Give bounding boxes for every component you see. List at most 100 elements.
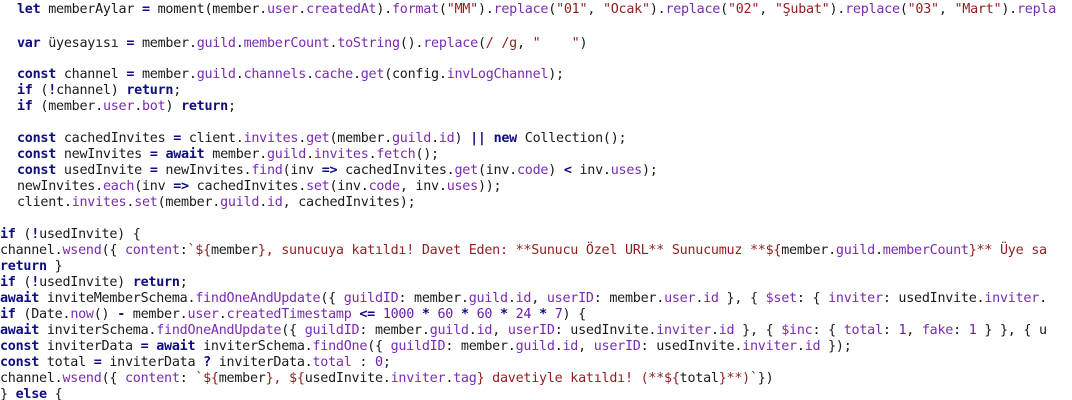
code-token: .: [259, 195, 267, 210]
code-token: ,: [531, 291, 547, 306]
code-token: inviteMemberSchema.: [39, 291, 196, 306]
code-token: repla: [1017, 2, 1057, 17]
code-token: get: [306, 131, 330, 146]
code-token: total: [312, 355, 352, 370]
code-token: ().: [399, 36, 424, 51]
code-token: 60: [476, 307, 493, 322]
code-token: uses: [446, 179, 479, 194]
code-token: fetch: [376, 147, 416, 162]
code-token: cache: [313, 67, 353, 82]
code-token: const: [0, 355, 40, 370]
code-token: ): [454, 131, 471, 146]
code-token: bot: [142, 99, 166, 114]
code-token: : usedInvite.: [554, 323, 657, 338]
code-token: inviterData: [101, 355, 204, 370]
code-line: channel.wsend({ content:`${member}, sunu…: [0, 243, 1047, 259]
code-token: code: [368, 179, 401, 194]
code-token: newInvites.: [157, 163, 252, 178]
code-token: if: [0, 275, 16, 290]
code-token: return: [181, 99, 228, 114]
code-token: ).: [829, 2, 846, 17]
code-token: new: [493, 131, 518, 146]
code-token: user: [187, 307, 220, 322]
code-token: }: [0, 387, 16, 400]
code-token: ({: [320, 291, 344, 306]
code-line: return }: [0, 259, 63, 275]
code-token: get: [454, 163, 479, 178]
code-token: inv.: [571, 163, 611, 178]
code-token: 0: [375, 355, 383, 370]
code-token: guildID: [343, 291, 399, 306]
code-token: } }, { u: [976, 323, 1047, 338]
code-token: `${: [187, 243, 212, 258]
code-token: inviterData.: [210, 355, 313, 370]
code-token: guild: [468, 291, 508, 306]
code-token: ): [165, 99, 182, 114]
code-token: .: [431, 131, 439, 146]
code-token: (: [899, 2, 908, 17]
code-token: inviter: [390, 371, 446, 386]
code-token: ): [579, 36, 588, 51]
code-token: guildID: [304, 323, 360, 338]
code-token: :: [953, 323, 969, 338]
code-token: findOneAndUpdate: [195, 291, 321, 306]
code-token: total: [39, 355, 94, 370]
code-token: }, ${: [265, 371, 305, 386]
code-token: memberAylar: [40, 2, 142, 17]
code-token: channel: [56, 67, 127, 82]
code-token: guild: [392, 131, 432, 146]
code-token: (: [15, 227, 32, 242]
code-token: =: [142, 2, 150, 17]
code-line: const newInvites = await member.guild.in…: [17, 147, 439, 163]
code-token: ;: [382, 355, 391, 370]
code-token: *: [421, 307, 430, 322]
code-token: $set: [765, 291, 798, 306]
code-token: !: [31, 275, 40, 290]
code-token: member: [210, 243, 258, 258]
code-token: *: [500, 307, 508, 322]
code-token: total: [679, 371, 719, 386]
code-token: ({: [281, 323, 305, 338]
code-token: (Date.: [15, 307, 71, 322]
code-token: inviterSchema.: [195, 339, 313, 354]
code-token: return: [126, 83, 174, 98]
code-token: , inv.: [399, 179, 447, 194]
code-token: ,: [492, 323, 508, 338]
code-token: cachedInvites.: [337, 163, 455, 178]
code-token: let: [17, 2, 41, 17]
code-token: : member.: [445, 339, 516, 354]
code-token: user: [102, 99, 135, 114]
code-token: ) {: [562, 307, 587, 322]
code-token: code: [517, 163, 549, 178]
code-token: "Mart": [954, 2, 1002, 17]
code-token: .: [218, 307, 227, 322]
code-token: .: [298, 131, 307, 146]
code-line: var üyesayısı = member.guild.memberCount…: [17, 36, 588, 52]
code-line: channel.wsend({ content: `${member}, ${u…: [0, 371, 774, 387]
code-token: );: [548, 67, 564, 82]
code-token: await: [165, 147, 205, 162]
code-editor[interactable]: let memberAylar = moment(member.user.cre…: [0, 0, 1072, 400]
code-token: if: [17, 83, 33, 98]
code-line: const cachedInvites = client.invites.get…: [17, 131, 627, 147]
code-token: ,: [938, 2, 955, 17]
code-line: if (!usedInvite) return;: [0, 275, 188, 291]
code-token: });: [820, 339, 852, 354]
code-token: each: [102, 179, 135, 194]
code-token: .: [306, 147, 314, 162]
code-token: ();: [415, 147, 439, 162]
code-token: <=: [359, 307, 375, 322]
code-token: }): [757, 371, 774, 386]
code-token: moment(member.: [149, 2, 268, 17]
code-token: -: [117, 307, 125, 322]
code-token: , cachedInvites);: [282, 195, 416, 210]
code-token: : usedInvite.: [640, 339, 743, 354]
code-token: 60: [437, 307, 454, 322]
code-token: return: [0, 259, 47, 274]
code-token: "Şubat": [774, 2, 830, 17]
code-token: replace: [665, 2, 721, 17]
code-token: :: [179, 371, 196, 386]
